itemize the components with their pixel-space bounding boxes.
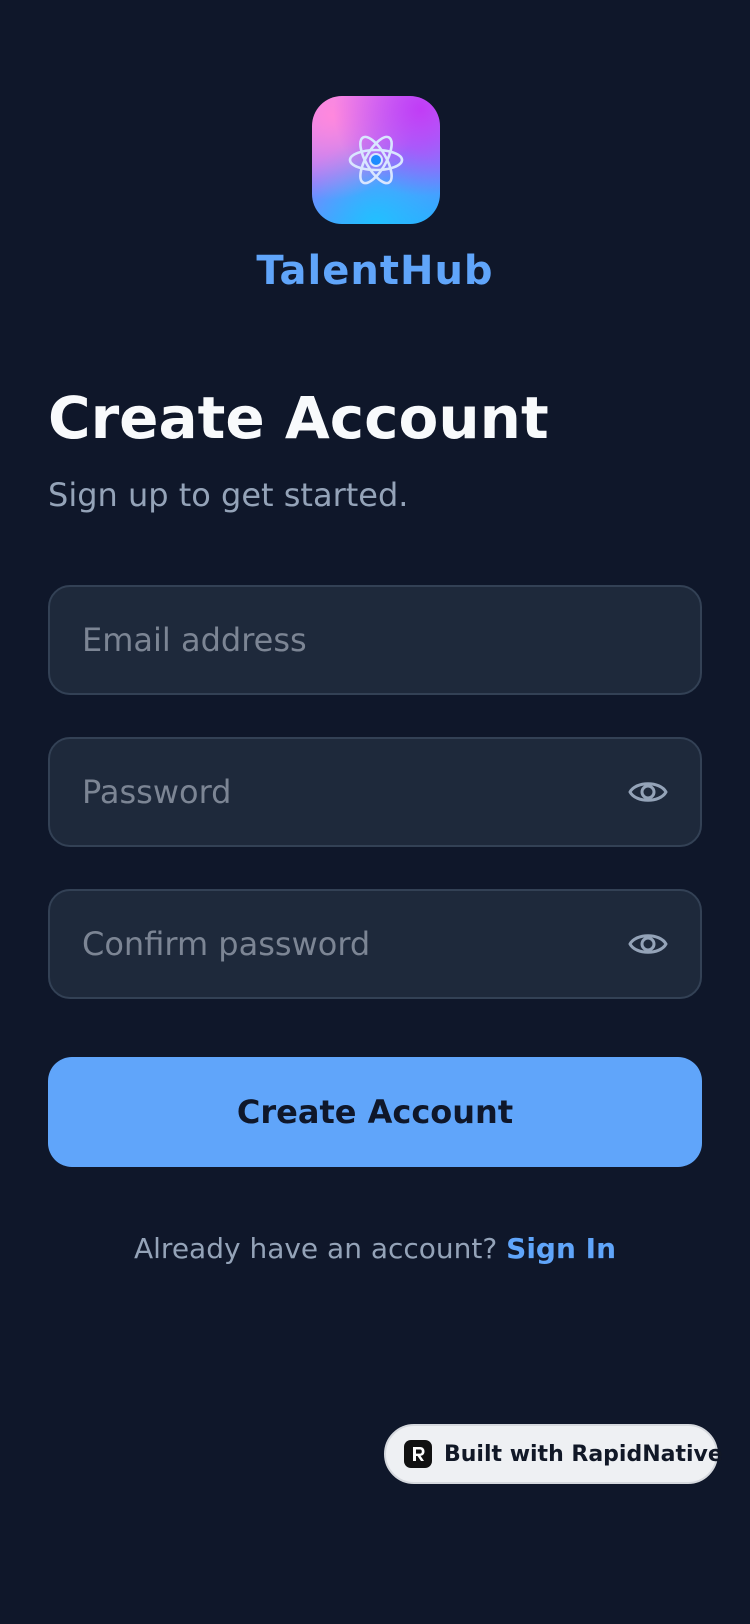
rapidnative-logo-icon bbox=[404, 1440, 432, 1468]
confirm-password-input[interactable] bbox=[82, 891, 622, 997]
built-with-badge[interactable]: Built with RapidNative bbox=[384, 1424, 723, 1484]
app-logo bbox=[312, 96, 440, 224]
confirm-password-visibility-toggle[interactable] bbox=[628, 926, 668, 962]
email-field bbox=[48, 585, 702, 695]
signin-prompt: Already have an account? Sign In bbox=[0, 1232, 750, 1265]
page-title: Create Account bbox=[48, 384, 549, 452]
password-input[interactable] bbox=[82, 739, 622, 845]
eye-icon bbox=[628, 782, 668, 802]
signin-prompt-text: Already have an account? bbox=[133, 1232, 507, 1265]
brand-name: TalentHub bbox=[256, 248, 494, 294]
email-input[interactable] bbox=[82, 587, 622, 693]
create-account-button[interactable]: Create Account bbox=[48, 1057, 702, 1167]
signup-screen: TalentHub Create Account Sign up to get … bbox=[0, 0, 750, 1624]
confirm-password-field bbox=[48, 889, 702, 999]
built-with-label: Built with RapidNative bbox=[444, 1441, 723, 1467]
password-field bbox=[48, 737, 702, 847]
password-visibility-toggle[interactable] bbox=[628, 774, 668, 810]
sign-in-link[interactable]: Sign In bbox=[506, 1232, 616, 1265]
eye-icon bbox=[628, 934, 668, 954]
page-subtitle: Sign up to get started. bbox=[48, 476, 409, 514]
atom-icon bbox=[348, 135, 404, 185]
